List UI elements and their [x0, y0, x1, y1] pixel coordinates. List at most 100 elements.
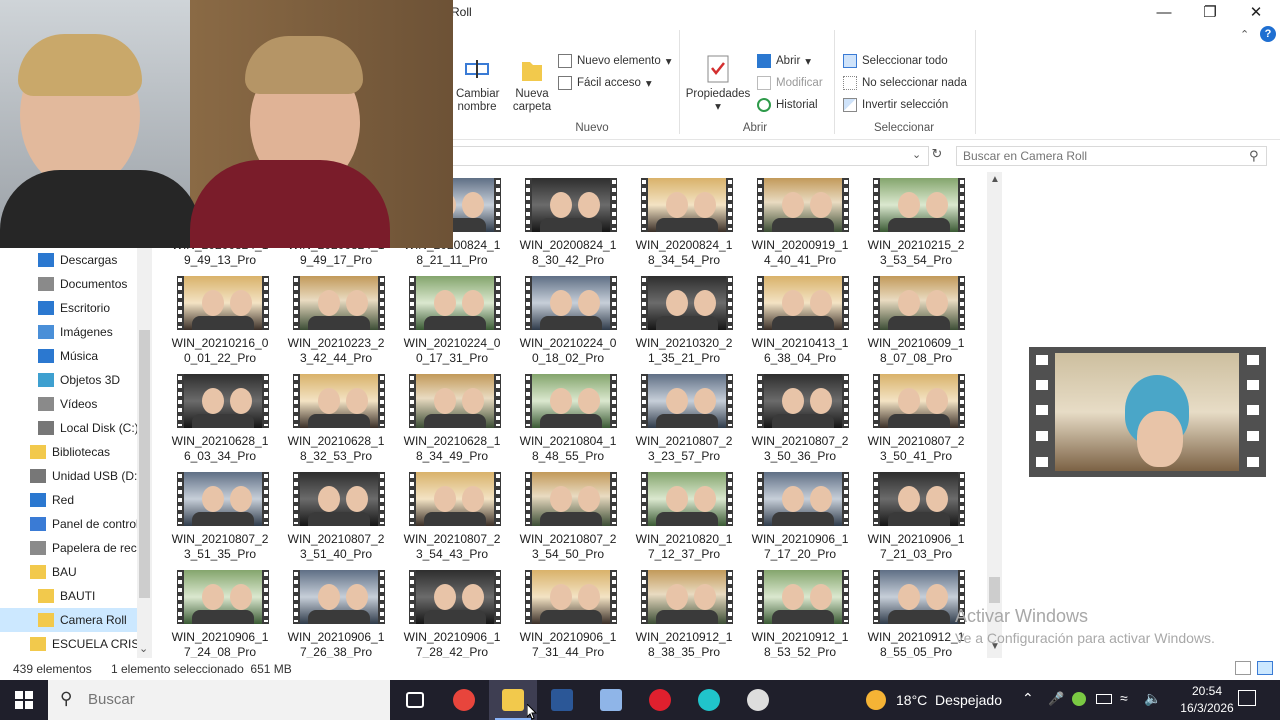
minimize-button[interactable]: — [1141, 0, 1187, 24]
microphone-icon[interactable]: 🎤 [1048, 691, 1064, 707]
nav-item[interactable]: ESCUELA CRIS [0, 632, 137, 656]
file-tile[interactable]: WIN_20210609_1 8_07_08_Pro [860, 270, 972, 368]
close-button[interactable]: ✕ [1233, 0, 1279, 24]
nav-scroll-thumb[interactable] [139, 330, 150, 598]
file-tile[interactable]: WIN_20200824_1 8_34_54_Pro [628, 172, 740, 270]
scroll-down-icon[interactable]: ⌄ [139, 642, 148, 655]
file-tile[interactable]: WIN_20210912_1 8_53_52_Pro [744, 564, 856, 662]
nav-item[interactable]: Documentos [0, 272, 137, 296]
large-icons-view-icon[interactable] [1257, 661, 1273, 675]
address-bar[interactable]: ⌄ [451, 146, 929, 166]
file-tile[interactable]: WIN_20210216_0 0_01_22_Pro [164, 270, 276, 368]
nav-item[interactable]: Imágenes [0, 320, 137, 344]
details-view-icon[interactable] [1235, 661, 1251, 675]
taskbar-app-button[interactable] [587, 680, 635, 720]
taskbar-search[interactable]: ⚲ [48, 680, 390, 720]
weather-text[interactable]: 18°C Despejado [896, 692, 1002, 708]
nav-item[interactable]: Bibliotecas [0, 440, 137, 464]
file-tile[interactable]: WIN_20210807_2 3_23_57_Pro [628, 368, 740, 466]
search-box[interactable]: ⚲ [956, 146, 1267, 166]
windows-logo-icon [15, 691, 33, 709]
taskbar-app-button[interactable] [538, 680, 586, 720]
grid-scroll-thumb[interactable] [989, 577, 1000, 603]
video-thumbnail [293, 374, 385, 428]
nav-item[interactable]: BAUTI [0, 584, 137, 608]
volume-icon[interactable]: 🔈 [1144, 690, 1161, 707]
video-thumbnail [177, 570, 269, 624]
easy-access-button[interactable]: Fácil acceso ▾ [558, 76, 652, 90]
nav-item[interactable]: Objetos 3D [0, 368, 137, 392]
file-tile[interactable]: WIN_20210628_1 6_03_34_Pro [164, 368, 276, 466]
file-tile[interactable]: WIN_20210628_1 8_34_49_Pro [396, 368, 508, 466]
nav-item[interactable]: Descargas [0, 248, 137, 272]
taskbar-app-button[interactable] [391, 680, 439, 720]
search-icon[interactable]: ⚲ [1249, 148, 1259, 164]
chevron-up-icon[interactable]: ⌃ [1022, 690, 1034, 707]
file-tile[interactable]: WIN_20210807_2 3_54_43_Pro [396, 466, 508, 564]
file-tile[interactable]: WIN_20210807_2 3_50_36_Pro [744, 368, 856, 466]
new-folder-button[interactable]: Nueva carpeta [512, 56, 552, 114]
file-tile[interactable]: WIN_20210413_1 6_38_04_Pro [744, 270, 856, 368]
select-none-button[interactable]: No seleccionar nada [843, 76, 967, 90]
file-tile[interactable]: WIN_20210906_1 7_28_42_Pro [396, 564, 508, 662]
file-tile[interactable]: WIN_20210906_1 7_31_44_Pro [512, 564, 624, 662]
file-name-line1: WIN_20210912_1 [635, 630, 733, 644]
file-tile[interactable]: WIN_20210807_2 3_50_41_Pro [860, 368, 972, 466]
nav-item[interactable]: Camera Roll [0, 608, 137, 632]
refresh-icon[interactable]: ↻ [929, 146, 945, 166]
search-input[interactable] [963, 149, 1233, 163]
taskbar-search-input[interactable] [88, 691, 368, 708]
file-tile[interactable]: WIN_20210224_0 0_17_31_Pro [396, 270, 508, 368]
maximize-button[interactable]: ❐ [1187, 0, 1233, 24]
file-tile[interactable]: WIN_20210223_2 3_42_44_Pro [280, 270, 392, 368]
nav-item[interactable]: Local Disk (C:) [0, 416, 137, 440]
file-tile[interactable]: WIN_20210906_1 7_17_20_Pro [744, 466, 856, 564]
properties-button[interactable]: Propiedades ▾ [684, 54, 752, 114]
notifications-icon[interactable] [1238, 690, 1256, 706]
nav-item[interactable]: Red [0, 488, 137, 512]
taskbar-app-button[interactable] [734, 680, 782, 720]
app-tray-icon[interactable] [1072, 692, 1086, 706]
file-tile[interactable]: WIN_20210906_1 7_21_03_Pro [860, 466, 972, 564]
invert-selection-button[interactable]: Invertir selección [843, 98, 948, 112]
open-button[interactable]: Abrir ▾ [757, 54, 811, 68]
taskbar-app-button[interactable] [636, 680, 684, 720]
file-tile[interactable]: WIN_20210807_2 3_54_50_Pro [512, 466, 624, 564]
new-item-button[interactable]: Nuevo elemento ▾ [558, 54, 672, 68]
file-tile[interactable]: WIN_20210906_1 7_26_38_Pro [280, 564, 392, 662]
file-tile[interactable]: WIN_20200919_1 4_40_41_Pro [744, 172, 856, 270]
file-tile[interactable]: WIN_20210224_0 0_18_02_Pro [512, 270, 624, 368]
file-tile[interactable]: WIN_20210807_2 3_51_40_Pro [280, 466, 392, 564]
wifi-icon[interactable]: ≈ [1120, 690, 1128, 706]
collapse-ribbon-icon[interactable]: ⌃ [1240, 28, 1249, 41]
file-tile[interactable]: WIN_20210215_2 3_53_54_Pro [860, 172, 972, 270]
nav-item[interactable]: Escritorio [0, 296, 137, 320]
file-tile[interactable]: WIN_20210320_2 1_35_21_Pro [628, 270, 740, 368]
nav-item[interactable]: Música [0, 344, 137, 368]
edit-button[interactable]: Modificar [757, 76, 823, 90]
chevron-down-icon[interactable]: ⌄ [912, 148, 921, 161]
file-tile[interactable]: WIN_20210820_1 7_12_37_Pro [628, 466, 740, 564]
scroll-up-icon[interactable]: ▲ [990, 174, 1000, 185]
rename-button[interactable]: Cambiar nombre [456, 56, 499, 114]
file-tile[interactable]: WIN_20210912_1 8_38_35_Pro [628, 564, 740, 662]
clock-time[interactable]: 20:54 [1182, 684, 1232, 698]
file-tile[interactable]: WIN_20200824_1 8_30_42_Pro [512, 172, 624, 270]
file-tile[interactable]: WIN_20210804_1 8_48_55_Pro [512, 368, 624, 466]
nav-item[interactable]: BAU [0, 560, 137, 584]
clock-date[interactable]: 16/3/2026 [1170, 701, 1244, 715]
nav-item[interactable]: Unidad USB (D:) [0, 464, 137, 488]
file-tile[interactable]: WIN_20210906_1 7_24_08_Pro [164, 564, 276, 662]
battery-icon[interactable] [1096, 694, 1112, 704]
select-all-button[interactable]: Seleccionar todo [843, 54, 948, 68]
taskbar-app-button[interactable] [440, 680, 488, 720]
taskbar-app-button[interactable] [685, 680, 733, 720]
nav-item[interactable]: Vídeos [0, 392, 137, 416]
help-icon[interactable]: ? [1260, 26, 1276, 42]
file-tile[interactable]: WIN_20210807_2 3_51_35_Pro [164, 466, 276, 564]
nav-item[interactable]: Papelera de reciclaje [0, 536, 137, 560]
nav-item[interactable]: Panel de control [0, 512, 137, 536]
history-button[interactable]: Historial [757, 98, 818, 112]
file-tile[interactable]: WIN_20210628_1 8_32_53_Pro [280, 368, 392, 466]
start-button[interactable] [0, 680, 48, 720]
